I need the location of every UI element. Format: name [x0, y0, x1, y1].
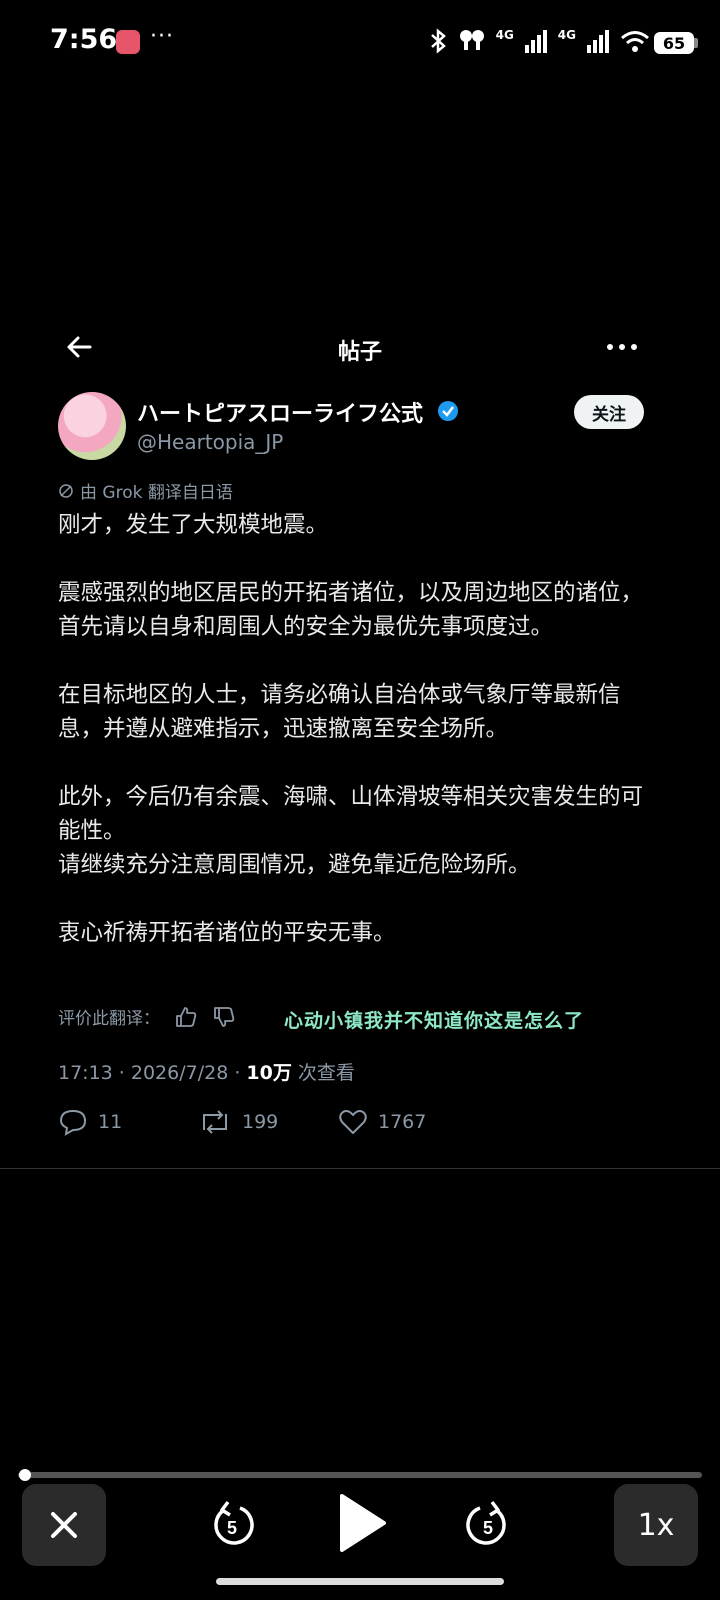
repost-icon: [203, 1110, 227, 1134]
app-notification-icon: [116, 30, 140, 54]
signal-icon-2: [587, 30, 609, 53]
post-actions: 11 199 1767: [58, 1108, 478, 1136]
like-button[interactable]: 1767: [338, 1108, 478, 1136]
author-name[interactable]: ハートピアスローライフ公式: [137, 396, 423, 428]
verified-badge-icon: [438, 401, 458, 421]
wifi-icon: [621, 31, 649, 52]
heart-icon: [339, 1110, 367, 1134]
repost-count: 199: [242, 1111, 279, 1133]
translation-note-text: 由 Grok 翻译自日语: [80, 483, 233, 503]
forward-icon: 5: [466, 1500, 506, 1545]
thumbs-up-icon[interactable]: [174, 1006, 198, 1028]
repost-button[interactable]: 199: [198, 1108, 338, 1136]
play-button[interactable]: [334, 1490, 390, 1556]
bluetooth-icon: [430, 28, 446, 54]
reply-button[interactable]: 11: [58, 1108, 198, 1136]
rate-translation-row: 评价此翻译：: [58, 1004, 236, 1029]
reply-icon: [59, 1109, 87, 1136]
play-icon: [340, 1494, 386, 1552]
avatar[interactable]: [58, 392, 126, 460]
status-more-icon: ···: [150, 24, 174, 49]
network-4g-label: 4G: [495, 28, 514, 42]
progress-bar[interactable]: [18, 1472, 702, 1478]
battery-tip: [694, 38, 698, 48]
earbuds-icon: [459, 30, 484, 50]
more-options-button[interactable]: [602, 332, 642, 362]
overlay-caption: 心动小镇我并不知道你这是怎么了: [284, 1010, 585, 1032]
post-timestamp: 17:13 · 2026/7/28 ·: [58, 1062, 247, 1084]
like-count: 1767: [378, 1111, 427, 1133]
follow-button[interactable]: 关注: [574, 395, 644, 429]
signal-icon: [524, 30, 547, 53]
forward-button[interactable]: 5: [462, 1496, 514, 1552]
home-indicator[interactable]: [216, 1578, 504, 1585]
status-icons: 4G 4G: [428, 28, 650, 54]
author-handle[interactable]: @Heartopia_JP: [137, 430, 283, 454]
status-time: 7:56: [50, 24, 118, 55]
divider: [0, 1168, 720, 1169]
rewind-seconds: 5: [227, 1518, 237, 1538]
rewind-icon: 5: [214, 1500, 254, 1545]
rate-translation-label: 评价此翻译：: [58, 1009, 160, 1029]
views-count: 10万: [246, 1062, 292, 1084]
translate-icon: [59, 483, 73, 498]
thumbs-down-icon[interactable]: [212, 1006, 236, 1028]
close-button[interactable]: [22, 1484, 106, 1566]
battery-icon: 65: [654, 32, 694, 54]
progress-handle[interactable]: [18, 1469, 31, 1481]
more-horizontal-icon: [607, 344, 637, 350]
translation-note[interactable]: 由 Grok 翻译自日语: [58, 478, 233, 503]
views-label: 次查看: [291, 1062, 355, 1084]
close-icon: [51, 1512, 77, 1538]
forward-seconds: 5: [483, 1518, 493, 1538]
post-body: 刚才，发生了大规模地震。 震感强烈的地区居民的开拓者诸位，以及周边地区的诸位，首…: [58, 512, 644, 946]
post-meta: 17:13 · 2026/7/28 · 10万 次查看: [58, 1058, 355, 1085]
network-4g-label-2: 4G: [557, 28, 576, 42]
rewind-button[interactable]: 5: [206, 1496, 258, 1552]
reply-count: 11: [98, 1111, 123, 1133]
playback-speed-button[interactable]: 1x: [614, 1484, 698, 1566]
